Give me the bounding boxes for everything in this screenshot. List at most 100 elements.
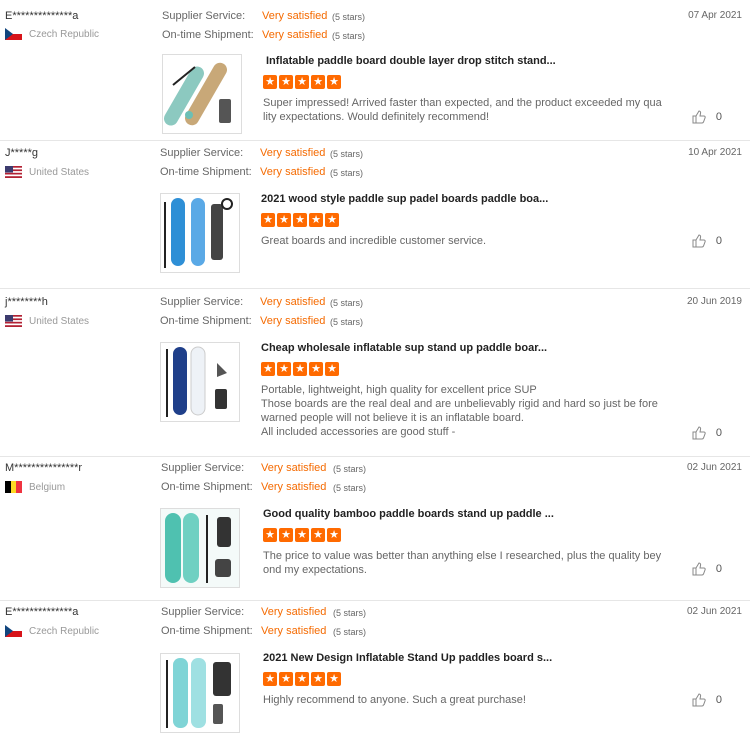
shipment-label: On-time Shipment: [161,481,253,493]
reviewer-name: E**************a [5,606,79,618]
review-item: E**************a Czech Republic Supplier… [0,0,750,141]
reviewer-name: E**************a [5,10,79,22]
star-icon: ★ [277,362,291,376]
like-button[interactable]: 0 [692,110,722,124]
thumbs-up-icon [692,426,706,440]
shipment-label: On-time Shipment: [161,625,253,637]
product-thumbnail[interactable] [160,193,240,273]
rating-stars: ★ ★ ★ ★ ★ [263,528,341,542]
thumbs-up-icon [692,693,706,707]
star-icon: ★ [311,672,325,686]
star-icon: ★ [293,213,307,227]
like-count: 0 [715,111,722,123]
us-flag-icon [5,166,22,178]
like-button[interactable]: 0 [692,693,722,707]
shipment-label: On-time Shipment: [160,315,252,327]
star-icon: ★ [327,528,341,542]
czech-flag-icon [5,28,22,40]
star-icon: ★ [261,213,275,227]
star-icon: ★ [263,528,277,542]
product-thumbnail[interactable] [160,342,240,422]
shipment-stars: (5 stars) [333,483,367,493]
star-icon: ★ [309,213,323,227]
shipment-value: Very satisfied [262,29,328,41]
star-icon: ★ [263,672,277,686]
rating-stars: ★ ★ ★ ★ ★ [263,75,341,89]
reviewer-country: Czech Republic [5,625,99,637]
country-name: Belgium [29,481,66,493]
review-date: 02 Jun 2021 [686,462,742,473]
rating-stars: ★ ★ ★ ★ ★ [263,672,341,686]
star-icon: ★ [295,672,309,686]
review-date: 10 Apr 2021 [688,147,742,158]
supplier-service-label: Supplier Service: [161,606,245,618]
reviewer-country: Belgium [5,481,65,493]
product-title[interactable]: Cheap wholesale inflatable sup stand up … [261,342,547,354]
supplier-service-value: Very satisfied [261,606,327,618]
us-flag-icon [5,315,22,327]
review-date: 07 Apr 2021 [688,10,742,21]
belgium-flag-icon [5,481,22,493]
star-icon: ★ [263,75,277,89]
shipment-value: Very satisfied [261,625,327,637]
supplier-service-stars: (5 stars) [330,298,364,308]
supplier-service-value: Very satisfied [261,462,327,474]
shipment-value: Very satisfied [260,315,326,327]
review-text: Highly recommend to anyone. Such a great… [263,694,526,706]
reviewer-country: United States [5,315,89,327]
like-button[interactable]: 0 [692,234,722,248]
product-thumbnail[interactable] [162,54,242,134]
review-text: Great boards and incredible customer ser… [261,235,486,247]
supplier-service-label: Supplier Service: [161,462,245,474]
star-icon: ★ [261,362,275,376]
reviewer-country: United States [5,166,89,178]
supplier-service-stars: (5 stars) [333,608,367,618]
rating-stars: ★ ★ ★ ★ ★ [261,362,339,376]
like-button[interactable]: 0 [692,426,722,440]
like-button[interactable]: 0 [692,562,722,576]
supplier-service-stars: (5 stars) [330,149,364,159]
shipment-label: On-time Shipment: [160,166,252,178]
star-icon: ★ [311,75,325,89]
star-icon: ★ [279,672,293,686]
reviewer-name: M***************r [5,462,83,474]
review-text: Super impressed! Arrived faster than exp… [263,97,662,123]
star-icon: ★ [327,75,341,89]
like-count: 0 [715,427,722,439]
review-text: The price to value was better than anyth… [263,550,662,576]
product-thumbnail[interactable] [160,653,240,733]
country-name: Czech Republic [29,625,100,637]
country-name: Czech Republic [29,28,100,40]
supplier-service-value: Very satisfied [262,10,328,22]
like-count: 0 [715,563,722,575]
review-item: J*****g United States Supplier Service: … [0,140,750,289]
shipment-stars: (5 stars) [330,317,364,327]
supplier-service-value: Very satisfied [260,147,326,159]
star-icon: ★ [311,528,325,542]
review-item: E**************a Czech Republic Supplier… [0,600,750,743]
supplier-service-label: Supplier Service: [162,10,246,22]
product-thumbnail[interactable] [160,508,240,588]
product-title[interactable]: Inflatable paddle board double layer dro… [266,55,556,67]
reviewer-name: j********h [5,296,48,308]
star-icon: ★ [279,75,293,89]
shipment-label: On-time Shipment: [162,29,254,41]
country-name: United States [29,166,90,178]
rating-stars: ★ ★ ★ ★ ★ [261,213,339,227]
thumbs-up-icon [692,110,706,124]
star-icon: ★ [295,528,309,542]
star-icon: ★ [325,362,339,376]
review-item: M***************r Belgium Supplier Servi… [0,456,750,601]
product-title[interactable]: 2021 New Design Inflatable Stand Up padd… [263,652,552,664]
star-icon: ★ [279,528,293,542]
thumbs-up-icon [692,234,706,248]
shipment-stars: (5 stars) [330,168,364,178]
star-icon: ★ [309,362,323,376]
supplier-service-value: Very satisfied [260,296,326,308]
star-icon: ★ [295,75,309,89]
review-date: 02 Jun 2021 [686,606,742,617]
product-title[interactable]: 2021 wood style paddle sup padel boards … [261,193,548,205]
supplier-service-label: Supplier Service: [160,147,244,159]
like-count: 0 [715,235,722,247]
product-title[interactable]: Good quality bamboo paddle boards stand … [263,508,554,520]
